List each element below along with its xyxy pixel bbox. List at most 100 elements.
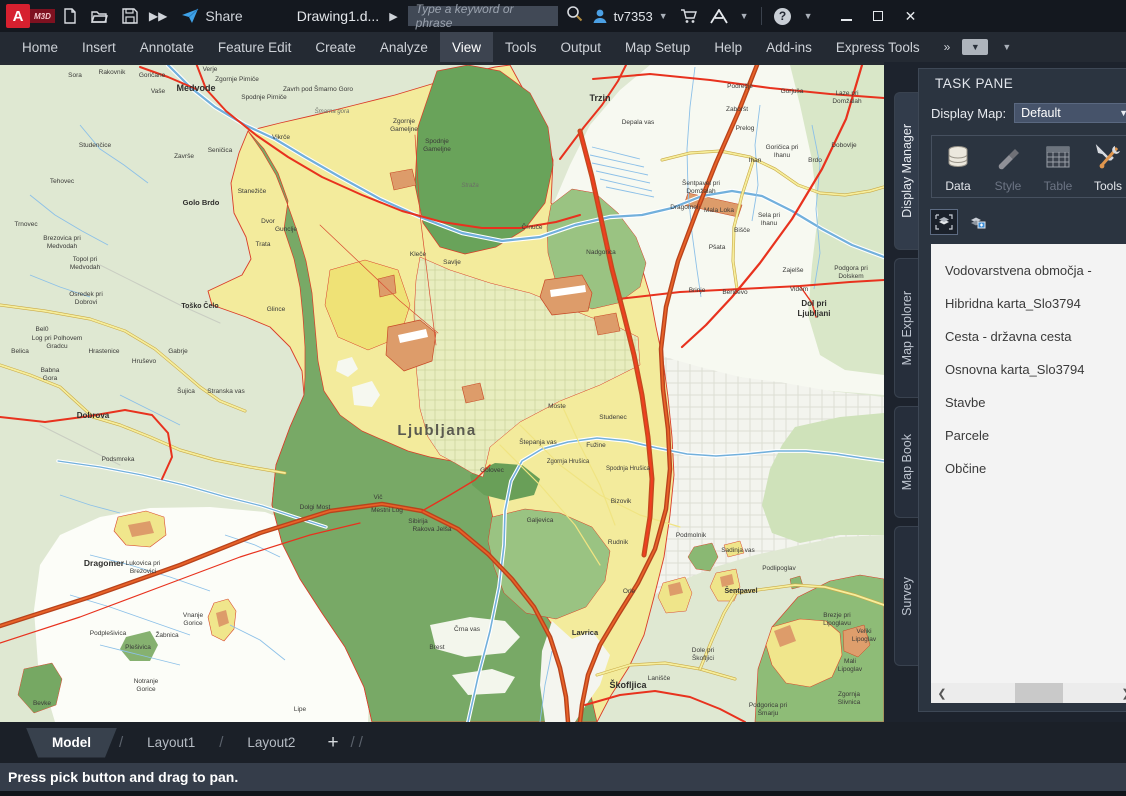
tool-label: Tools — [1094, 179, 1122, 193]
layer-item[interactable]: Vodovarstvena območja - — [931, 254, 1126, 287]
ribbon-tab-add-ins[interactable]: Add-ins — [754, 32, 824, 62]
map-label: Dobrovi — [75, 299, 97, 306]
ribbon-overflow-icon[interactable]: » — [944, 40, 951, 54]
map-label: Plešivica — [125, 644, 151, 651]
display-map-select[interactable]: Default ▼ — [1014, 103, 1126, 123]
new-layout-button[interactable]: + — [327, 732, 338, 754]
map-label: Fužine — [586, 442, 606, 449]
new-file-button[interactable] — [58, 5, 82, 27]
add-layer-button[interactable] — [965, 210, 991, 234]
map3d-badge: M3D — [30, 9, 55, 23]
cart-icon — [680, 8, 698, 24]
map-label: Podgorica pri — [749, 702, 787, 709]
open-folder-icon — [91, 9, 109, 24]
layer-item[interactable]: Parcele — [931, 419, 1126, 452]
map-label: Toško Čelo — [181, 301, 218, 310]
layer-item[interactable]: Cesta - državna cesta — [931, 320, 1126, 353]
layer-item[interactable]: Občine — [931, 452, 1126, 485]
map-label: Gameljne — [423, 146, 451, 153]
layer-item[interactable]: Hibridna karta_Slo3794 — [931, 287, 1126, 320]
layer-item[interactable]: Stavbe — [931, 386, 1126, 419]
map-label: Verje — [203, 66, 218, 73]
save-button[interactable] — [118, 5, 142, 27]
doc-flyout-icon[interactable]: ▶ — [389, 10, 397, 23]
side-tab-map-book[interactable]: Map Book — [894, 406, 918, 518]
map-zone — [378, 275, 396, 297]
map-label: Nadgorica — [586, 249, 616, 256]
map-label: Sora — [68, 72, 82, 79]
close-button[interactable]: ✕ — [896, 4, 924, 28]
ribbon-display-dropdown-icon[interactable]: ▼ — [1002, 42, 1011, 52]
map-label: Ihan — [749, 157, 762, 164]
autocad-logo[interactable]: A M3D — [6, 4, 55, 28]
layout-tab-layout2[interactable]: Layout2 — [225, 728, 317, 758]
map-label: Seničica — [208, 147, 233, 154]
scrollbar-thumb[interactable] — [1015, 683, 1064, 703]
search-input[interactable]: Type a keyword or phrase — [408, 6, 558, 26]
ribbon-tab-analyze[interactable]: Analyze — [368, 32, 440, 62]
minimize-button[interactable] — [832, 4, 860, 28]
document-title[interactable]: Drawing1.d... — [297, 8, 379, 24]
map-label: Lipe — [294, 706, 307, 713]
map-label: Brezovici — [130, 568, 156, 575]
task-pane-title: TASK PANE — [919, 69, 1126, 97]
ribbon-tab-view[interactable]: View — [440, 32, 493, 62]
map-label: Lukovica pri — [126, 560, 161, 567]
map-label: Trata — [256, 241, 271, 248]
layout-tab-model[interactable]: Model — [26, 728, 117, 758]
tool-label: Data — [945, 179, 970, 193]
ribbon-tab-map-setup[interactable]: Map Setup — [613, 32, 702, 62]
map-label: Zgornje — [393, 118, 415, 125]
ribbon-extras: » ▼ ▼ — [932, 32, 1018, 62]
autodesk-account-button[interactable] — [707, 5, 731, 27]
autodesk-dropdown-icon[interactable]: ▼ — [740, 11, 749, 21]
maximize-button[interactable] — [864, 4, 892, 28]
side-tab-survey[interactable]: Survey — [894, 526, 918, 666]
ribbon-tab-express-tools[interactable]: Express Tools — [824, 32, 932, 62]
map-label: Spodnja Hrušica — [606, 466, 651, 472]
user-account[interactable]: tv7353 — [591, 7, 653, 25]
map-label: Veliki — [856, 628, 871, 635]
map-label: Žabnica — [155, 630, 179, 639]
tools-tool-button[interactable]: Tools — [1088, 143, 1126, 193]
ribbon-tab-help[interactable]: Help — [702, 32, 754, 62]
map-canvas[interactable]: MedvodeSoraRakovnikGoričaneVašeVerjeZgor… — [0, 62, 884, 722]
map-label: Rudnik — [608, 539, 629, 546]
help-button[interactable]: ? — [771, 5, 795, 27]
help-dropdown-icon[interactable]: ▼ — [804, 11, 813, 21]
layer-groups-button[interactable] — [931, 210, 957, 234]
layout-tab-layout1[interactable]: Layout1 — [125, 728, 217, 758]
scrollbar-track[interactable] — [953, 683, 1115, 703]
ribbon-tab-feature-edit[interactable]: Feature Edit — [206, 32, 304, 62]
map-label: Bišče — [734, 227, 750, 234]
side-tab-display-manager[interactable]: Display Manager — [894, 92, 918, 250]
window-controls: ✕ — [832, 4, 924, 28]
map-label: Bevke — [33, 700, 51, 707]
map-label: Lanišče — [648, 675, 671, 682]
ribbon-tab-annotate[interactable]: Annotate — [128, 32, 206, 62]
scroll-right-icon[interactable]: ❯ — [1115, 687, 1126, 700]
map-label: Sibirija — [408, 518, 428, 525]
ribbon-tab-insert[interactable]: Insert — [70, 32, 128, 62]
map-label: Ihanu — [774, 152, 791, 159]
quick-access-overflow-icon[interactable]: ▶▶ — [149, 9, 167, 23]
open-file-button[interactable] — [88, 5, 112, 27]
ribbon-tab-home[interactable]: Home — [10, 32, 70, 62]
app-store-button[interactable] — [677, 5, 701, 27]
user-dropdown-icon[interactable]: ▼ — [659, 11, 668, 21]
map-label: Goričica pri — [766, 144, 799, 151]
layer-item[interactable]: Osnovna karta_Slo3794 — [931, 353, 1126, 386]
search-button[interactable] — [566, 5, 583, 27]
display-map-label: Display Map: — [931, 106, 1006, 121]
ribbon-tab-create[interactable]: Create — [303, 32, 368, 62]
ribbon-display-toggle[interactable]: ▼ — [962, 39, 988, 55]
scroll-left-icon[interactable]: ❮ — [931, 687, 953, 700]
ribbon-tab-output[interactable]: Output — [548, 32, 613, 62]
map-label: Šentpavel pri — [682, 178, 720, 187]
map-label: Kleče — [410, 251, 427, 258]
share-button[interactable]: Share — [181, 8, 242, 24]
map-label: Dragomer — [84, 558, 125, 568]
side-tab-map-explorer[interactable]: Map Explorer — [894, 258, 918, 398]
data-tool-button[interactable]: Data — [938, 143, 978, 193]
ribbon-tab-tools[interactable]: Tools — [493, 32, 549, 62]
